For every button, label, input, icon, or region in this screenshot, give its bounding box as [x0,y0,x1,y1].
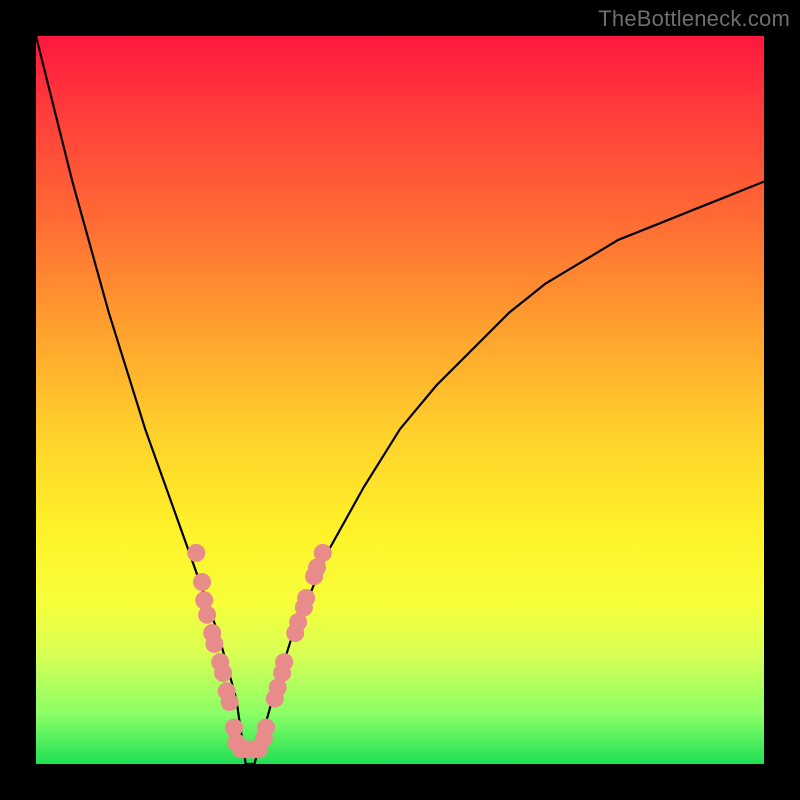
scatter-dot [205,635,223,653]
bottleneck-curve [36,36,764,764]
chart-frame: TheBottleneck.com [0,0,800,800]
scatter-dot [297,589,315,607]
chart-overlay [36,36,764,764]
scatter-dot [275,653,293,671]
scatter-dots [187,544,332,759]
scatter-dot [221,693,239,711]
scatter-dot [314,544,332,562]
scatter-dot [193,573,211,591]
watermark-text: TheBottleneck.com [598,6,790,32]
scatter-dot [257,719,275,737]
scatter-dot [198,606,216,624]
scatter-dot [187,544,205,562]
scatter-dot [214,664,232,682]
plot-area [36,36,764,764]
